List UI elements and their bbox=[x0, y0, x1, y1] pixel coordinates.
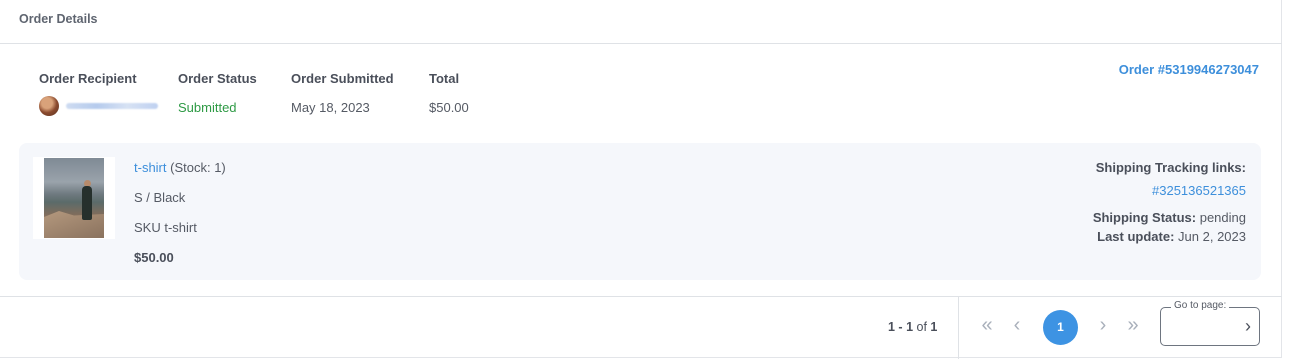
go-to-page-input[interactable] bbox=[1169, 316, 1229, 336]
order-details-panel: Order Details Order Recipient Order Stat… bbox=[0, 0, 1282, 359]
product-name-link[interactable]: t-shirt bbox=[134, 160, 167, 175]
tracking-links-label: Shipping Tracking links: bbox=[1095, 160, 1246, 175]
chevron-double-right-icon[interactable]: » bbox=[1123, 315, 1143, 335]
item-title-line: t-shirt (Stock: 1) bbox=[134, 160, 226, 190]
range-total: 1 bbox=[930, 320, 938, 334]
go-to-page-field[interactable]: Go to page: › bbox=[1160, 300, 1260, 346]
recipient-label: Order Recipient bbox=[39, 71, 137, 86]
status-column: Order Status Submitted bbox=[178, 71, 257, 115]
shipping-status-line: Shipping Status: pending bbox=[1093, 210, 1246, 225]
pagination-divider bbox=[958, 297, 959, 359]
current-page-button[interactable]: 1 bbox=[1043, 310, 1078, 345]
product-image bbox=[44, 158, 104, 238]
product-stock: (Stock: 1) bbox=[170, 160, 226, 175]
order-item-card: t-shirt (Stock: 1) S / Black SKU t-shirt… bbox=[19, 143, 1261, 280]
range-end: 1 bbox=[906, 320, 914, 334]
range-start: 1 bbox=[888, 320, 895, 334]
last-update-label: Last update: bbox=[1097, 229, 1175, 244]
pagination-bar: 1 - 1 of 1 « ‹ 1 › » Go to page: › bbox=[0, 296, 1282, 359]
go-arrow-icon[interactable]: › bbox=[1245, 316, 1251, 336]
chevron-left-icon[interactable]: ‹ bbox=[1007, 315, 1027, 335]
recipient-column: Order Recipient bbox=[39, 71, 158, 116]
total-label: Total bbox=[429, 71, 460, 86]
order-summary: Order Recipient Order Status Submitted O… bbox=[0, 71, 1282, 121]
status-value: Submitted bbox=[178, 100, 237, 115]
pagination-range: 1 - 1 of 1 bbox=[888, 320, 937, 334]
page-title: Order Details bbox=[19, 12, 98, 26]
range-separator: - bbox=[894, 320, 907, 334]
last-update-line: Last update: Jun 2, 2023 bbox=[1093, 229, 1246, 244]
recipient-name-redacted bbox=[66, 103, 158, 109]
submitted-column: Order Submitted May 18, 2023 bbox=[291, 71, 394, 115]
tracking-link[interactable]: #325136521365 bbox=[1093, 183, 1246, 198]
product-price: $50.00 bbox=[134, 250, 174, 265]
shipping-status-value: pending bbox=[1199, 210, 1246, 225]
submitted-label: Order Submitted bbox=[291, 71, 394, 86]
recipient-row bbox=[39, 96, 158, 116]
product-thumbnail[interactable] bbox=[33, 157, 115, 239]
product-sku: SKU t-shirt bbox=[134, 220, 197, 235]
range-of: of bbox=[913, 320, 931, 334]
avatar bbox=[39, 96, 59, 116]
item-info: t-shirt (Stock: 1) S / Black SKU t-shirt… bbox=[134, 160, 226, 280]
status-label: Order Status bbox=[178, 71, 257, 86]
chevron-right-icon[interactable]: › bbox=[1093, 315, 1113, 335]
order-number-link[interactable]: Order #5319946273047 bbox=[1119, 62, 1259, 77]
chevron-double-left-icon[interactable]: « bbox=[977, 315, 997, 335]
total-value: $50.00 bbox=[429, 100, 469, 115]
product-variant: S / Black bbox=[134, 190, 186, 205]
shipping-status-label: Shipping Status: bbox=[1092, 210, 1197, 225]
panel-header: Order Details bbox=[0, 0, 1282, 44]
submitted-value: May 18, 2023 bbox=[291, 100, 370, 115]
go-to-page-label: Go to page: bbox=[1171, 300, 1230, 311]
total-column: Total $50.00 bbox=[429, 71, 469, 115]
last-update-value: Jun 2, 2023 bbox=[1178, 229, 1246, 244]
shipping-info: Shipping Tracking links: #325136521365 S… bbox=[1093, 160, 1246, 244]
